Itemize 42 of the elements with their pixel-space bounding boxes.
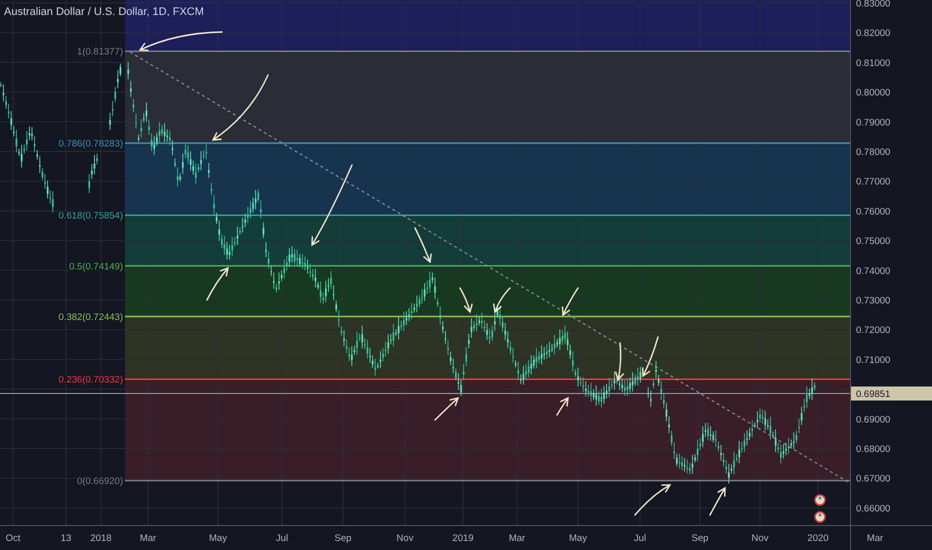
price-axis-label: 0.69000: [856, 414, 890, 426]
time-axis-label: May: [569, 533, 587, 544]
fib-level-label: 0.236(0.70332): [58, 374, 123, 386]
chart-title: Australian Dollar / U.S. Dollar, 1D, FXCM: [4, 6, 204, 18]
fib-level-label: 0.786(0.78283): [58, 138, 123, 150]
price-axis-label: 0.78000: [856, 147, 890, 158]
fib-level-label: 0(0.66920): [77, 476, 123, 488]
time-axis-label: Jul: [634, 533, 646, 544]
fib-level-label: 0.382(0.72443): [58, 312, 123, 324]
time-axis-label: 2018: [90, 533, 112, 544]
price-axis-label: 0.73000: [856, 296, 890, 306]
price-axis-label: 0.72000: [856, 325, 890, 336]
fib-level-label: 0.618(0.75854): [58, 210, 123, 222]
price-axis-label: 0.75000: [856, 236, 890, 248]
time-axis-label: Nov: [396, 533, 414, 544]
price-axis-label: 0.80000: [856, 88, 890, 99]
time-axis-label: Nov: [752, 533, 768, 544]
time-axis-label: Jul: [276, 533, 288, 544]
time-axis-label: Mar: [866, 533, 884, 544]
time-axis-label: Mar: [508, 533, 526, 544]
price-axis-label: 0.67000: [856, 474, 890, 485]
price-axis-label: 0.76000: [856, 206, 890, 218]
fib-level-label: 0.5(0.74149): [69, 261, 123, 272]
time-axis-label: Mar: [140, 533, 156, 544]
fib-level-label: 1(0.81377): [77, 46, 123, 58]
price-axis-label: 0.83000: [856, 0, 890, 10]
price-axis-label: 0.82000: [856, 28, 890, 40]
time-axis-label: Sep: [334, 533, 352, 544]
time-axis-label: 13: [60, 533, 72, 544]
time-axis-label: Sep: [692, 533, 708, 544]
price-axis-label: 0.68000: [856, 444, 890, 455]
time-axis-label: May: [209, 533, 227, 544]
price-axis-label: 0.79000: [856, 117, 890, 128]
time-axis-label: 2019: [452, 533, 474, 544]
price-axis-label: 0.74000: [856, 266, 890, 277]
price-axis-label: 0.77000: [856, 176, 890, 188]
time-axis-label: 2020: [807, 533, 829, 544]
time-axis-label: Oct: [6, 533, 20, 544]
price-axis-label: 0.66000: [856, 503, 890, 514]
price-axis-label: 0.71000: [856, 354, 890, 366]
current-price-text: 0.69851: [856, 389, 890, 400]
price-axis-label: 0.81000: [856, 58, 890, 69]
